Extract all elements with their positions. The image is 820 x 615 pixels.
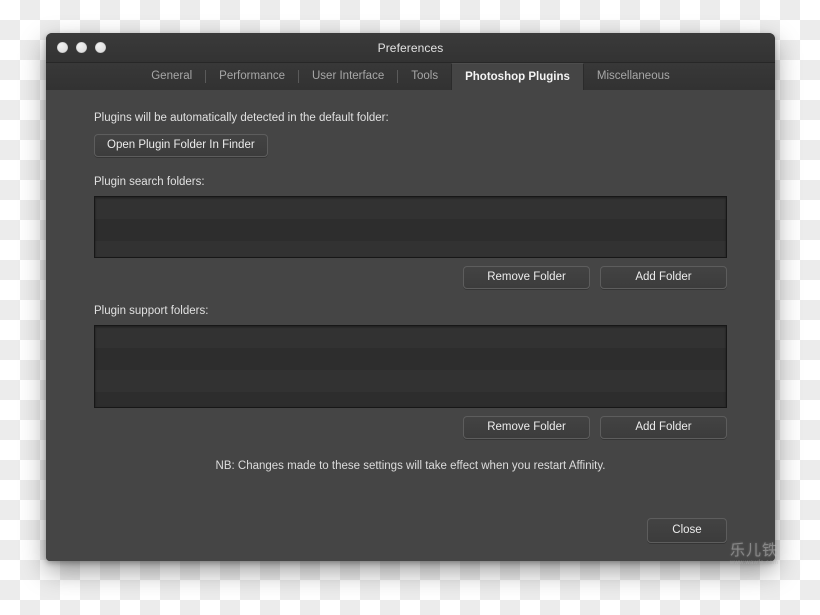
minimize-button[interactable] xyxy=(76,42,87,53)
plugin-support-folders-actions: Remove Folder Add Folder xyxy=(94,416,727,439)
remove-support-folder-button[interactable]: Remove Folder xyxy=(463,416,590,439)
plugin-support-folders-list[interactable] xyxy=(94,325,727,408)
close-dialog-button[interactable]: Close xyxy=(647,518,727,543)
traffic-light-group xyxy=(57,33,106,62)
close-button[interactable] xyxy=(57,42,68,53)
open-plugin-folder-in-finder-button[interactable]: Open Plugin Folder In Finder xyxy=(94,134,268,157)
default-folder-note: Plugins will be automatically detected i… xyxy=(94,112,727,124)
add-search-folder-button[interactable]: Add Folder xyxy=(600,266,727,289)
photoshop-plugins-panel: Plugins will be automatically detected i… xyxy=(46,90,775,561)
plugin-search-folders-label: Plugin search folders: xyxy=(94,176,727,188)
plugin-search-folders-actions: Remove Folder Add Folder xyxy=(94,266,727,289)
tab-tools[interactable]: Tools xyxy=(398,63,451,90)
restart-affinity-note: NB: Changes made to these settings will … xyxy=(94,460,727,472)
plugin-support-folders-label: Plugin support folders: xyxy=(94,305,727,317)
window-titlebar[interactable]: Preferences xyxy=(46,33,775,63)
add-support-folder-button[interactable]: Add Folder xyxy=(600,416,727,439)
preferences-window: Preferences General Performance User Int… xyxy=(46,33,775,561)
dialog-footer: Close xyxy=(647,518,727,543)
window-title: Preferences xyxy=(378,41,444,55)
plugin-search-folders-list[interactable] xyxy=(94,196,727,258)
tab-performance[interactable]: Performance xyxy=(206,63,298,90)
tab-miscellaneous[interactable]: Miscellaneous xyxy=(584,63,683,90)
preferences-tabbar: General Performance User Interface Tools… xyxy=(46,63,775,90)
tab-general[interactable]: General xyxy=(138,63,205,90)
remove-search-folder-button[interactable]: Remove Folder xyxy=(463,266,590,289)
tab-user-interface[interactable]: User Interface xyxy=(299,63,397,90)
tab-photoshop-plugins[interactable]: Photoshop Plugins xyxy=(451,63,584,90)
zoom-button[interactable] xyxy=(95,42,106,53)
